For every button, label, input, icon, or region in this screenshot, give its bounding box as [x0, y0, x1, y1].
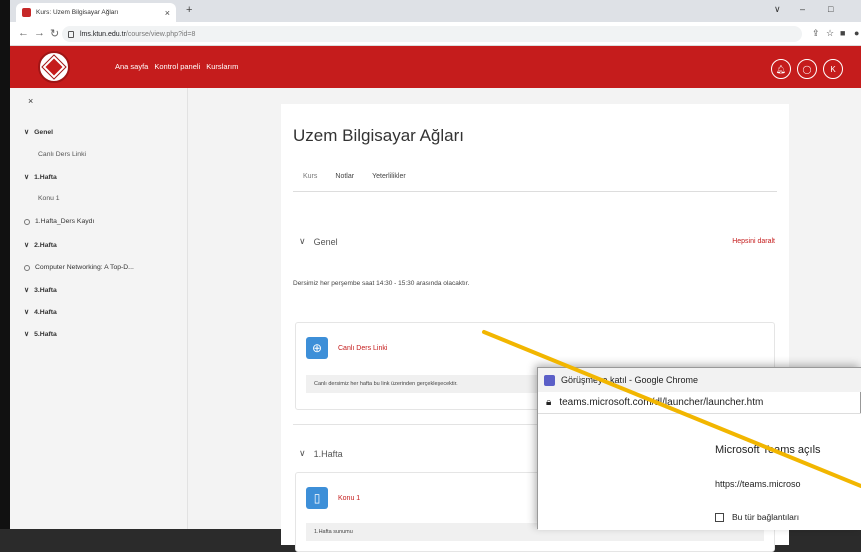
popup-page-left: [538, 414, 703, 530]
dialog-url: https://teams.microso: [715, 479, 801, 489]
user-avatar[interactable]: K: [823, 59, 843, 79]
sidebar-item-label: 5.Hafta: [34, 330, 57, 338]
moodle-favicon-icon: [22, 8, 31, 17]
completion-circle-icon: [24, 218, 30, 225]
sidebar-item-hafta3[interactable]: ∨ 3.Hafta: [24, 286, 57, 295]
popup-url: teams.microsoft.com/dl/launcher/launcher…: [559, 397, 764, 408]
teams-popup-window: Görüşmeye katıl - Google Chrome 🔒︎ teams…: [537, 367, 861, 530]
sidebar-item-canli-ders[interactable]: Canlı Ders Linki: [38, 151, 86, 158]
sidebar-item-computer-networking[interactable]: Computer Networking: A Top-D...: [24, 264, 134, 271]
messages-icon[interactable]: ◯: [797, 59, 817, 79]
tab-kurs[interactable]: Kurs: [303, 170, 317, 191]
close-drawer-icon[interactable]: ×: [28, 96, 33, 106]
tab-close-icon[interactable]: ×: [165, 8, 170, 18]
file-icon: ▯: [306, 487, 328, 509]
sidebar-item-label: 1.Hafta: [34, 173, 57, 181]
nav-home[interactable]: Ana sayfa: [115, 62, 148, 71]
sidebar-item-konu1[interactable]: Konu 1: [38, 195, 60, 202]
chevron-down-icon: ∨: [24, 129, 30, 136]
chevron-down-icon: ∨: [299, 236, 306, 246]
share-icon[interactable]: ⇪: [812, 28, 820, 39]
sidebar-item-genel[interactable]: ∨ Genel: [24, 128, 54, 137]
bookmark-star-icon[interactable]: ☆: [826, 28, 834, 39]
tab-search-chevron-icon[interactable]: ∨: [774, 4, 781, 15]
section-description: Dersimiz her perşembe saat 14:30 - 15:30…: [293, 280, 470, 287]
browser-tab[interactable]: Kurs: Uzem Bilgisayar Ağları ×: [16, 3, 176, 22]
teams-icon: [544, 374, 555, 386]
activity-title: Konu 1: [338, 494, 361, 502]
sidebar-item-label: 2.Hafta: [34, 241, 57, 249]
lock-icon: [68, 30, 74, 38]
lock-icon: 🔒︎: [546, 397, 552, 408]
popup-title: Görüşmeye katıl - Google Chrome: [561, 375, 699, 385]
tab-title: Kurs: Uzem Bilgisayar Ağları: [36, 9, 119, 16]
url-globe-icon: ⊕: [306, 337, 328, 359]
sidebar-item-label: Konu 1: [38, 195, 60, 202]
collapse-all-link[interactable]: Hepsini daralt: [732, 238, 775, 245]
tab-notlar[interactable]: Notlar: [335, 170, 354, 191]
nav-my-courses[interactable]: Kurslarım: [206, 62, 238, 71]
sidebar-item-hafta5[interactable]: ∨ 5.Hafta: [24, 330, 57, 339]
chevron-down-icon: ∨: [299, 448, 306, 458]
section-header-genel[interactable]: ∨ Genel: [299, 236, 338, 247]
address-bar[interactable]: lms.ktun.edu.tr/course/view.php?id=8: [62, 26, 802, 42]
site-header: Ana sayfa Kontrol paneli Kurslarım 🔔︎ ◯ …: [10, 46, 861, 88]
notifications-bell-icon[interactable]: 🔔︎: [771, 59, 791, 79]
sidebar-item-hafta1[interactable]: ∨ 1.Hafta: [24, 173, 57, 182]
screen: Kurs: Uzem Bilgisayar Ağları × + ∨ – □ ←…: [0, 0, 861, 552]
maximize-button[interactable]: □: [828, 4, 833, 14]
activity-title: Canlı Ders Linki: [338, 344, 388, 352]
popup-url-bar: 🔒︎ teams.microsoft.com/dl/launcher/launc…: [538, 392, 861, 414]
url-path: /course/view.php?id=8: [125, 30, 196, 38]
popup-titlebar[interactable]: Görüşmeye katıl - Google Chrome: [538, 368, 861, 392]
nav-dashboard[interactable]: Kontrol paneli: [154, 62, 200, 71]
section-title: Genel: [313, 236, 338, 247]
popup-body: Microsoft Teams açıls https://teams.micr…: [538, 414, 861, 530]
course-tabs: Kurs Notlar Yeterlilikler: [293, 170, 777, 192]
reload-icon[interactable]: ↻: [50, 27, 59, 40]
primary-nav: Ana sayfa Kontrol paneli Kurslarım: [115, 62, 238, 71]
sidebar-item-label: Computer Networking: A Top-D...: [35, 264, 134, 271]
page-title: Uzem Bilgisayar Ağları: [293, 126, 465, 145]
sidebar-item-label: 1.Hafta_Ders Kaydı: [35, 218, 95, 225]
forward-arrow-icon[interactable]: →: [34, 27, 45, 39]
minimize-button[interactable]: –: [800, 4, 805, 14]
chevron-down-icon: ∨: [24, 287, 30, 294]
sidebar-item-label: Genel: [34, 128, 54, 136]
tab-yeterlilikler[interactable]: Yeterlilikler: [372, 170, 406, 191]
back-arrow-icon[interactable]: ←: [18, 27, 29, 39]
activity-link[interactable]: ▯ Konu 1: [306, 487, 360, 509]
browser-tabbar: Kurs: Uzem Bilgisayar Ağları × + ∨ – □: [10, 0, 861, 22]
university-logo[interactable]: [38, 51, 70, 83]
side-panel-icon[interactable]: ■: [840, 28, 845, 38]
sidebar-item-hafta2[interactable]: ∨ 2.Hafta: [24, 241, 57, 250]
browser-toolbar: ← → ↻ lms.ktun.edu.tr/course/view.php?id…: [10, 22, 861, 46]
chevron-down-icon: ∨: [24, 242, 30, 249]
always-allow-checkbox[interactable]: Bu tür bağlantıları: [715, 512, 799, 522]
section-title: 1.Hafta: [313, 448, 343, 459]
sidebar-item-label: Canlı Ders Linki: [38, 151, 86, 158]
chevron-down-icon: ∨: [24, 174, 30, 181]
open-app-dialog: Microsoft Teams açıls https://teams.micr…: [703, 414, 861, 530]
course-index-drawer: × ∨ Genel Canlı Ders Linki ∨ 1.Hafta Konu …: [10, 88, 188, 529]
url-host: lms.ktun.edu.tr: [80, 30, 126, 38]
dialog-title: Microsoft Teams açıls: [715, 444, 821, 456]
chevron-down-icon: ∨: [24, 309, 30, 316]
sidebar-item-hafta4[interactable]: ∨ 4.Hafta: [24, 308, 57, 317]
sidebar-item-ders-kaydi[interactable]: 1.Hafta_Ders Kaydı: [24, 218, 94, 225]
checkbox-label: Bu tür bağlantıları: [732, 512, 800, 522]
new-tab-button[interactable]: +: [186, 4, 192, 16]
profile-icon[interactable]: ●: [854, 28, 859, 38]
completion-circle-icon: [24, 264, 30, 271]
checkbox-box[interactable]: [715, 512, 724, 522]
chevron-down-icon: ∨: [24, 331, 30, 338]
activity-link[interactable]: ⊕ Canlı Ders Linki: [306, 337, 387, 359]
sidebar-item-label: 3.Hafta: [34, 286, 57, 294]
desktop-edge: [0, 0, 10, 529]
sidebar-item-label: 4.Hafta: [34, 308, 57, 316]
section-header-hafta1[interactable]: ∨ 1.Hafta: [299, 448, 343, 459]
